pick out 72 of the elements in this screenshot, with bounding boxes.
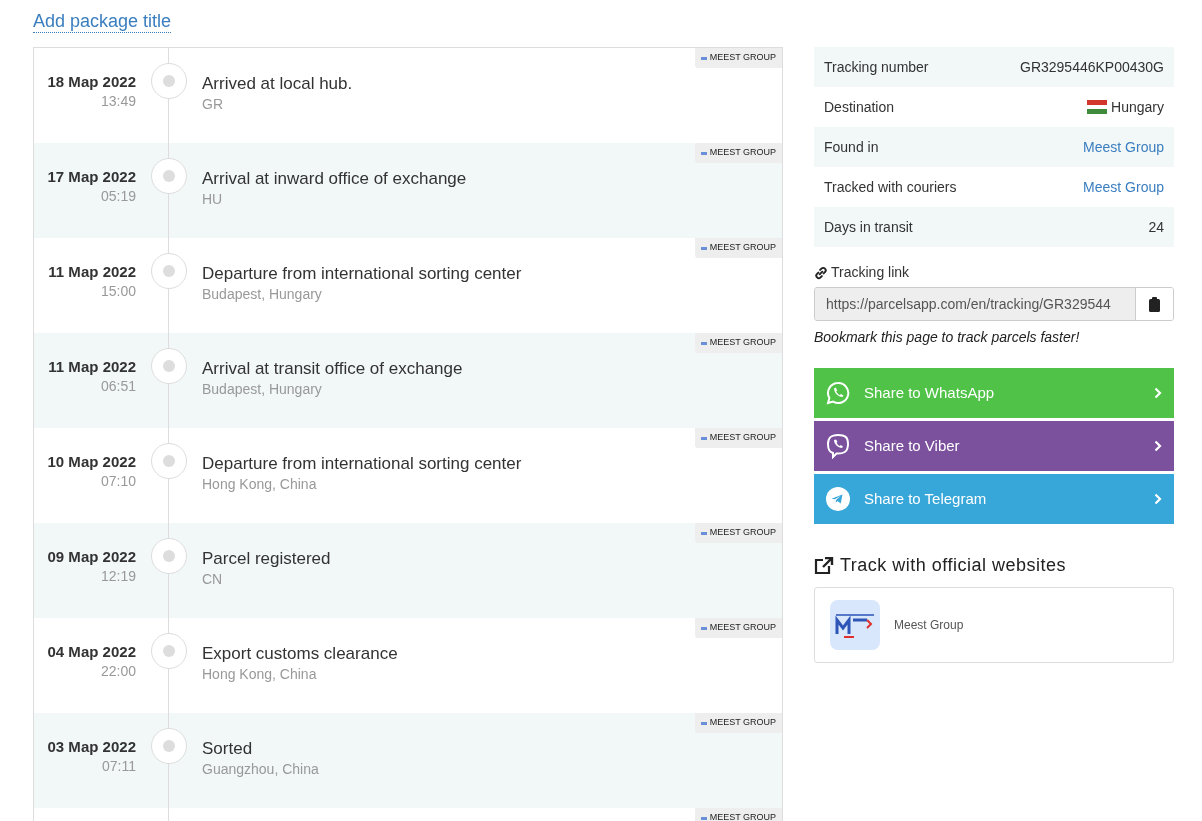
chevron-right-icon bbox=[1154, 440, 1162, 452]
courier-badge: MEEST GROUP bbox=[694, 808, 782, 821]
courier-badge: MEEST GROUP bbox=[694, 428, 782, 448]
info-value: 24 bbox=[1148, 217, 1164, 237]
copy-button[interactable] bbox=[1135, 288, 1173, 320]
tracking-link-label: Tracking link bbox=[831, 263, 910, 282]
info-label: Found in bbox=[824, 137, 879, 157]
event-time: 22:00 bbox=[99, 662, 136, 680]
event-status: Arrived at local hub. bbox=[202, 73, 354, 95]
share-button[interactable]: Share to WhatsApp bbox=[814, 368, 1174, 418]
event-time: 13:49 bbox=[99, 92, 136, 110]
courier-badge: MEEST GROUP bbox=[694, 143, 782, 163]
event-time: 06:51 bbox=[99, 377, 136, 395]
info-value: GR3295446KP00430G bbox=[1020, 57, 1164, 77]
chevron-right-icon bbox=[1154, 493, 1162, 505]
event-location: Budapest, Hungary bbox=[202, 380, 323, 398]
link-icon bbox=[814, 265, 828, 280]
courier-badge: MEEST GROUP bbox=[694, 333, 782, 353]
event-status: Sorted bbox=[202, 738, 254, 760]
tracking-link-field[interactable]: https://parcelsapp.com/en/tracking/GR329544 bbox=[814, 287, 1174, 321]
event-time: 12:19 bbox=[99, 567, 136, 585]
section-title: Track with official websites bbox=[840, 554, 1067, 577]
info-value: Hungary bbox=[1111, 97, 1164, 117]
event-date: 03 Мар 2022 bbox=[46, 737, 136, 757]
courier-badge: MEEST GROUP bbox=[694, 523, 782, 543]
flag-icon bbox=[1087, 100, 1108, 114]
courier-link[interactable]: Meest Group bbox=[1083, 136, 1164, 158]
event-date: 04 Мар 2022 bbox=[46, 642, 136, 662]
event-date: 11 Мар 2022 bbox=[47, 262, 136, 282]
share-button[interactable]: Share to Viber bbox=[814, 421, 1174, 471]
courier-badge: MEEST GROUP bbox=[694, 48, 782, 68]
courier-badge: MEEST GROUP bbox=[694, 713, 782, 733]
add-title-link[interactable]: Add package title bbox=[33, 11, 172, 33]
event-date: 18 Мар 2022 bbox=[46, 72, 136, 92]
bookmark-hint: Bookmark this page to track parcels faster! bbox=[814, 328, 1081, 347]
whatsapp-icon bbox=[826, 381, 850, 405]
courier-badge: MEEST GROUP bbox=[694, 618, 782, 638]
event-time: 15:00 bbox=[99, 282, 136, 300]
event-time: 05:19 bbox=[99, 187, 136, 205]
courier-logo-icon bbox=[830, 600, 880, 650]
info-label: Destination bbox=[824, 97, 895, 117]
event-date: 09 Мар 2022 bbox=[46, 547, 136, 567]
event-time: 07:11 bbox=[101, 757, 136, 775]
event-location: GR bbox=[202, 95, 224, 113]
event-location: Guangzhou, China bbox=[202, 760, 320, 778]
courier-badge: MEEST GROUP bbox=[694, 238, 782, 258]
event-location: Hong Kong, China bbox=[202, 665, 318, 683]
event-date: 11 Мар 2022 bbox=[47, 357, 136, 377]
info-label: Tracking number bbox=[824, 57, 929, 77]
event-location: CN bbox=[202, 570, 224, 588]
chevron-right-icon bbox=[1154, 387, 1162, 399]
telegram-icon bbox=[826, 487, 850, 511]
info-label: Tracked with couriers bbox=[824, 177, 957, 197]
viber-icon bbox=[826, 433, 850, 459]
event-status: Arrival at inward office of exchange bbox=[202, 168, 468, 190]
event-status: Arrival at transit office of exchange bbox=[202, 358, 464, 380]
courier-link[interactable]: Meest Group bbox=[1083, 176, 1164, 198]
event-date: 17 Мар 2022 bbox=[46, 167, 136, 187]
event-location: Hong Kong, China bbox=[202, 475, 318, 493]
external-link-icon bbox=[814, 556, 834, 575]
event-status: Departure from international sorting center bbox=[202, 263, 523, 285]
event-location: Budapest, Hungary bbox=[202, 285, 323, 303]
share-button[interactable]: Share to Telegram bbox=[814, 474, 1174, 524]
event-status: Parcel registered bbox=[202, 548, 332, 570]
event-time: 07:10 bbox=[99, 472, 136, 490]
event-location: HU bbox=[202, 190, 224, 208]
clipboard-icon bbox=[1149, 296, 1160, 312]
event-status: Departure from international sorting center bbox=[202, 453, 523, 475]
event-date: 10 Мар 2022 bbox=[46, 452, 136, 472]
official-site-card[interactable]: Meest Group bbox=[814, 587, 1174, 663]
event-status: Export customs clearance bbox=[202, 643, 399, 665]
info-label: Days in transit bbox=[824, 217, 913, 237]
